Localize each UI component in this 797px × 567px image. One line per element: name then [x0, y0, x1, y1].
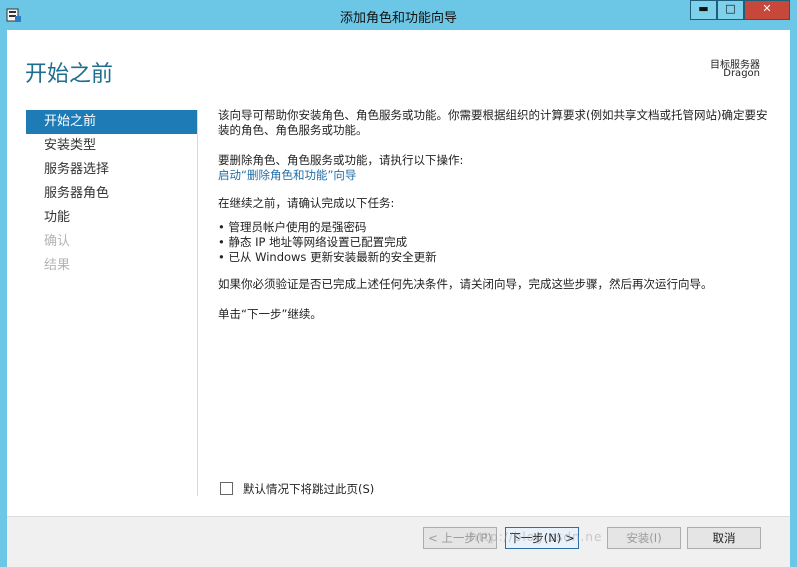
list-item: • 静态 IP 地址等网络设置已配置完成 — [218, 235, 408, 249]
button-bar: < 上一步(P) 下一步(N) > 安装(I) 取消 — [7, 516, 790, 567]
nav-item-server-selection[interactable]: 服务器选择 — [26, 158, 197, 182]
maximize-button[interactable]: □ — [717, 0, 744, 20]
remove-roles-link[interactable]: 启动“删除角色和功能”向导 — [218, 168, 773, 183]
destination-server-name: Dragon — [723, 68, 760, 79]
nav-divider — [197, 110, 198, 496]
content-area: 该向导可帮助你安装角色、角色服务或功能。你需要根据组织的计算要求(例如共享文档或… — [218, 108, 773, 322]
nav-item-confirmation: 确认 — [44, 234, 71, 249]
nav-item-installation-type[interactable]: 安装类型 — [26, 134, 197, 158]
minimize-icon: ▬ — [698, 2, 709, 15]
wizard-nav: 开始之前 安装类型 服务器选择 服务器角色 功能 确认 结果 — [26, 110, 197, 278]
cancel-button[interactable]: 取消 — [687, 527, 761, 549]
remove-prompt-text: 要删除角色、角色服务或功能，请执行以下操作: — [218, 153, 464, 167]
list-item: • 已从 Windows 更新安装最新的安全更新 — [218, 250, 437, 264]
maximize-icon: □ — [725, 2, 736, 15]
nav-item-before-you-begin[interactable]: 开始之前 — [26, 110, 197, 134]
intro-text: 该向导可帮助你安装角色、角色服务或功能。你需要根据组织的计算要求(例如共享文档或… — [218, 108, 768, 137]
install-button[interactable]: 安装(I) — [607, 527, 681, 549]
skip-page-label: 默认情况下将跳过此页(S) — [243, 482, 375, 496]
minimize-button[interactable]: ▬ — [690, 0, 717, 20]
list-item: • 管理员帐户使用的是强密码 — [218, 220, 367, 234]
wizard-body: 开始之前 目标服务器 Dragon 开始之前 安装类型 服务器选择 服务器角色 … — [7, 30, 790, 516]
nav-item-features[interactable]: 功能 — [26, 206, 197, 230]
task-list: • 管理员帐户使用的是强密码 • 静态 IP 地址等网络设置已配置完成 • 已从… — [218, 220, 773, 265]
title-bar[interactable]: 添加角色和功能向导 ▬ □ ✕ — [0, 0, 797, 30]
close-button[interactable]: ✕ — [744, 0, 790, 20]
window-title: 添加角色和功能向导 — [339, 11, 457, 26]
skip-page-option[interactable]: 默认情况下将跳过此页(S) — [220, 481, 374, 497]
before-continue-text: 在继续之前，请确认完成以下任务: — [218, 196, 395, 210]
nav-item-results: 结果 — [44, 258, 71, 273]
nav-item-server-roles[interactable]: 服务器角色 — [26, 182, 197, 206]
skip-page-checkbox[interactable] — [220, 482, 233, 495]
page-title: 开始之前 — [25, 62, 114, 87]
verify-note-text: 如果你必须验证是否已完成上述任何先决条件，请关闭向导，完成这些步骤，然后再次运行… — [218, 277, 713, 291]
close-icon: ✕ — [762, 2, 772, 15]
continue-note-text: 单击“下一步”继续。 — [218, 307, 322, 321]
watermark-text: http://blog.csdn.ne — [470, 530, 603, 544]
wizard-window: 添加角色和功能向导 ▬ □ ✕ 开始之前 目标服务器 Dragon 开始之前 安… — [0, 0, 797, 567]
